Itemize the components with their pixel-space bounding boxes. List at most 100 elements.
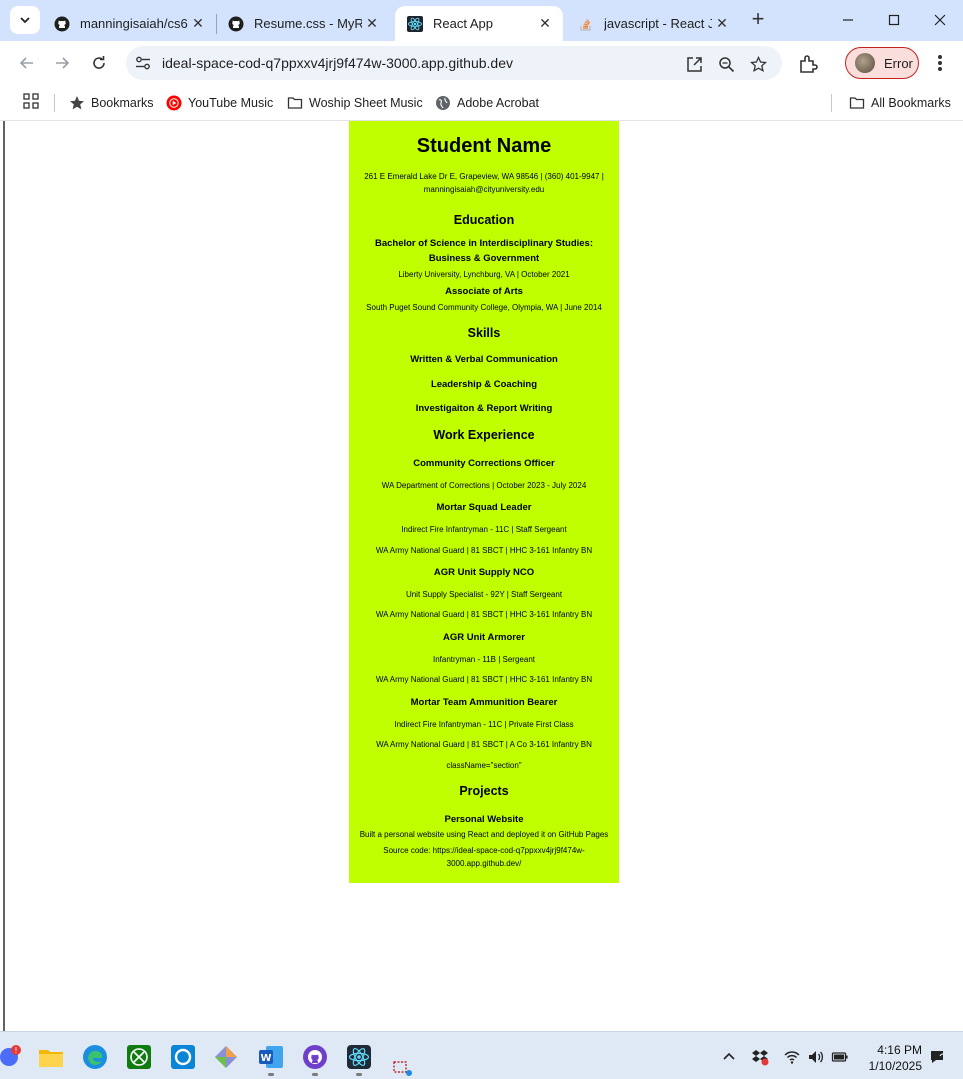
job-title: Mortar Squad Leader xyxy=(436,502,532,513)
svg-text:!: ! xyxy=(14,1046,17,1055)
github-icon xyxy=(228,16,244,31)
bookmark-label: Woship Sheet Music xyxy=(309,96,423,110)
education-heading: Education xyxy=(453,213,515,227)
new-tab-button[interactable]: + xyxy=(746,8,770,32)
volume-icon[interactable] xyxy=(807,1048,825,1066)
close-icon[interactable]: ✕ xyxy=(362,14,382,34)
minimize-button[interactable] xyxy=(825,6,871,34)
battery-icon[interactable] xyxy=(831,1048,849,1066)
xbox-icon[interactable] xyxy=(126,1044,152,1070)
reload-button[interactable] xyxy=(85,49,113,77)
word-icon[interactable]: W xyxy=(258,1044,284,1070)
chevron-up-icon[interactable] xyxy=(720,1048,738,1066)
job-title: Mortar Team Ammunition Bearer xyxy=(410,697,558,708)
zoom-icon xyxy=(718,56,734,72)
extensions-icon[interactable] xyxy=(797,53,819,75)
minimize-icon xyxy=(843,19,853,21)
job-detail: Unit Supply Specialist - 92Y | Staff Ser… xyxy=(405,590,563,599)
tab-strip: manningisaiah/cs62 ✕ Resume.css - MyRe ✕… xyxy=(0,0,963,41)
close-icon[interactable]: ✕ xyxy=(188,14,208,34)
all-bookmarks-label: All Bookmarks xyxy=(871,96,951,110)
tab-github-repo[interactable]: manningisaiah/cs62 ✕ xyxy=(42,6,216,41)
browser-toolbar: ideal-space-cod-q7ppxxv4jrj9f474w-3000.a… xyxy=(0,41,963,85)
back-button[interactable] xyxy=(13,49,41,77)
all-bookmarks-button[interactable]: All Bookmarks xyxy=(849,92,951,114)
bookmark-bookmarks[interactable]: Bookmarks xyxy=(69,92,154,114)
projects-heading: Projects xyxy=(459,784,509,798)
react-devtools-icon[interactable] xyxy=(346,1044,372,1070)
avatar xyxy=(855,53,875,73)
job-detail: WA Department of Corrections | October 2… xyxy=(381,481,587,490)
maximize-icon xyxy=(888,14,900,26)
arrow-right-icon xyxy=(56,57,70,69)
snipping-tool-icon[interactable] xyxy=(392,1060,414,1078)
clock-date: 1/10/2025 xyxy=(868,1059,922,1073)
zoom-button[interactable] xyxy=(716,54,736,74)
tab-title: javascript - React JS xyxy=(604,16,712,31)
project-description: Built a personal website using React and… xyxy=(359,830,609,839)
profile-label: Error xyxy=(884,55,913,71)
job-title: Community Corrections Officer xyxy=(413,458,555,469)
github-icon xyxy=(54,16,70,31)
bookmarks-bar: Bookmarks YouTube Music Woship Sheet Mus… xyxy=(0,85,963,121)
copilot-icon[interactable]: ! xyxy=(0,1044,26,1070)
resume-name: Student Name xyxy=(416,135,552,157)
job-title: AGR Unit Armorer xyxy=(443,632,525,643)
bookmark-youtube-music[interactable]: YouTube Music xyxy=(166,92,273,114)
maximize-button[interactable] xyxy=(871,6,917,34)
taskbar-clock[interactable]: 4:16 PM 1/10/2025 xyxy=(862,1042,922,1074)
address-bar[interactable]: ideal-space-cod-q7ppxxv4jrj9f474w-3000.a… xyxy=(126,46,782,80)
dot xyxy=(938,67,942,71)
bookmark-star-button[interactable] xyxy=(748,54,768,74)
open-in-app-button[interactable] xyxy=(684,54,704,74)
bookmark-separator xyxy=(831,94,832,112)
profile-error-button[interactable]: Error xyxy=(845,47,919,79)
degree-title-cont: Business & Government xyxy=(428,253,540,264)
contact-email: manningisaiah@cityuniversity.edu xyxy=(423,185,545,194)
wifi-icon[interactable] xyxy=(783,1048,801,1066)
close-icon[interactable]: ✕ xyxy=(712,14,732,34)
file-explorer-icon[interactable] xyxy=(38,1044,64,1070)
degree-title: Bachelor of Science in Interdisciplinary… xyxy=(374,238,594,249)
contact-line: 261 E Emerald Lake Dr E, Grapeview, WA 9… xyxy=(364,172,604,181)
running-indicator xyxy=(312,1073,318,1076)
tab-react-app[interactable]: React App ✕ xyxy=(395,6,563,41)
job-detail: Indirect Fire Infantryman - 11C | Privat… xyxy=(394,720,574,729)
bookmark-adobe-acrobat[interactable]: Adobe Acrobat xyxy=(435,92,539,114)
tab-resume-css[interactable]: Resume.css - MyRe ✕ xyxy=(216,6,390,41)
job-detail: Infantryman - 11B | Sergeant xyxy=(433,655,535,664)
tab-stackoverflow[interactable]: javascript - React JS ✕ xyxy=(566,6,740,41)
github-desktop-icon[interactable] xyxy=(302,1044,328,1070)
notifications-icon[interactable] xyxy=(928,1048,946,1066)
folder-icon xyxy=(849,97,865,109)
react-icon xyxy=(407,15,423,32)
work-heading: Work Experience xyxy=(433,428,535,442)
dropbox-icon[interactable] xyxy=(751,1048,769,1066)
youtube-music-icon xyxy=(166,95,182,111)
page-viewport: Student Name 261 E Emerald Lake Dr E, Gr… xyxy=(0,121,963,1031)
svg-text:W: W xyxy=(260,1053,271,1064)
close-icon[interactable]: ✕ xyxy=(535,14,555,34)
url-text: ideal-space-cod-q7ppxxv4jrj9f474w-3000.a… xyxy=(162,55,514,71)
git-app-icon[interactable] xyxy=(213,1044,239,1070)
tab-search-button[interactable] xyxy=(10,6,40,34)
bookmark-worship-sheet-music[interactable]: Woship Sheet Music xyxy=(287,92,423,114)
forward-button[interactable] xyxy=(48,49,76,77)
running-indicator xyxy=(268,1073,274,1076)
edge-icon[interactable] xyxy=(82,1044,108,1070)
job-detail: Indirect Fire Infantryman - 11C | Staff … xyxy=(401,525,567,534)
dot xyxy=(938,55,942,59)
star-icon xyxy=(70,96,84,110)
skill-item: Written & Verbal Communication xyxy=(410,354,558,365)
degree-school: South Puget Sound Community College, Oly… xyxy=(366,303,602,312)
stackoverflow-icon xyxy=(580,18,591,31)
browser-menu-button[interactable] xyxy=(930,53,950,73)
apps-grid-icon[interactable] xyxy=(23,93,39,109)
job-detail: WA Army National Guard | 81 SBCT | HHC 3… xyxy=(375,610,593,619)
folder-icon xyxy=(287,97,303,109)
bookmark-label: Bookmarks xyxy=(91,96,154,110)
cortana-icon[interactable] xyxy=(170,1044,196,1070)
site-settings-icon[interactable] xyxy=(134,54,152,72)
tab-title: manningisaiah/cs62 xyxy=(80,16,188,31)
close-window-button[interactable] xyxy=(917,6,963,34)
